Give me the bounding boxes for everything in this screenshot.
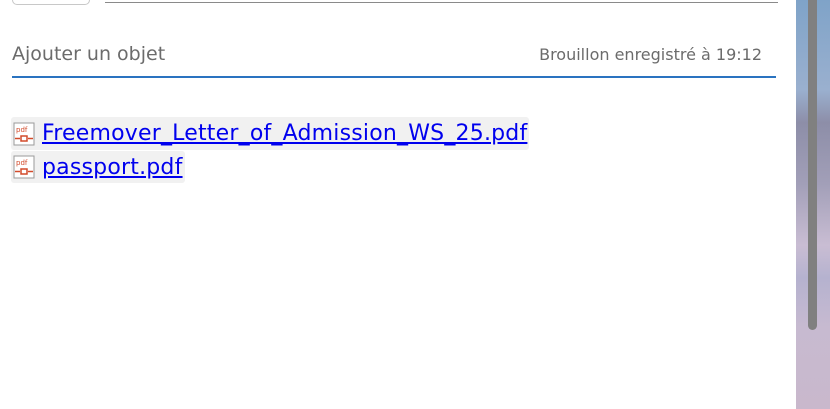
subject-placeholder: Ajouter un objet [12,43,166,65]
svg-text:pdf: pdf [16,126,28,134]
draft-status: Brouillon enregistré à 19:12 [539,45,762,64]
attachment-item[interactable]: pdf Freemover_Letter_of_Admission_WS_25.… [11,117,530,150]
attachment-list: pdf Freemover_Letter_of_Admission_WS_25.… [11,117,530,184]
recipient-field-underline [105,2,778,3]
toolbar-button[interactable] [12,0,90,5]
compose-panel: Ajouter un objet Brouillon enregistré à … [0,0,796,409]
pdf-file-icon: pdf [13,122,35,145]
svg-text:pdf: pdf [16,159,28,167]
attachment-item[interactable]: pdf passport.pdf [11,151,185,183]
attachment-link[interactable]: passport.pdf [42,155,183,180]
attachment-link[interactable]: Freemover_Letter_of_Admission_WS_25.pdf [42,121,527,146]
pdf-file-icon: pdf [13,155,35,179]
scrollbar-thumb[interactable] [808,0,817,330]
subject-field[interactable]: Ajouter un objet Brouillon enregistré à … [12,42,776,78]
